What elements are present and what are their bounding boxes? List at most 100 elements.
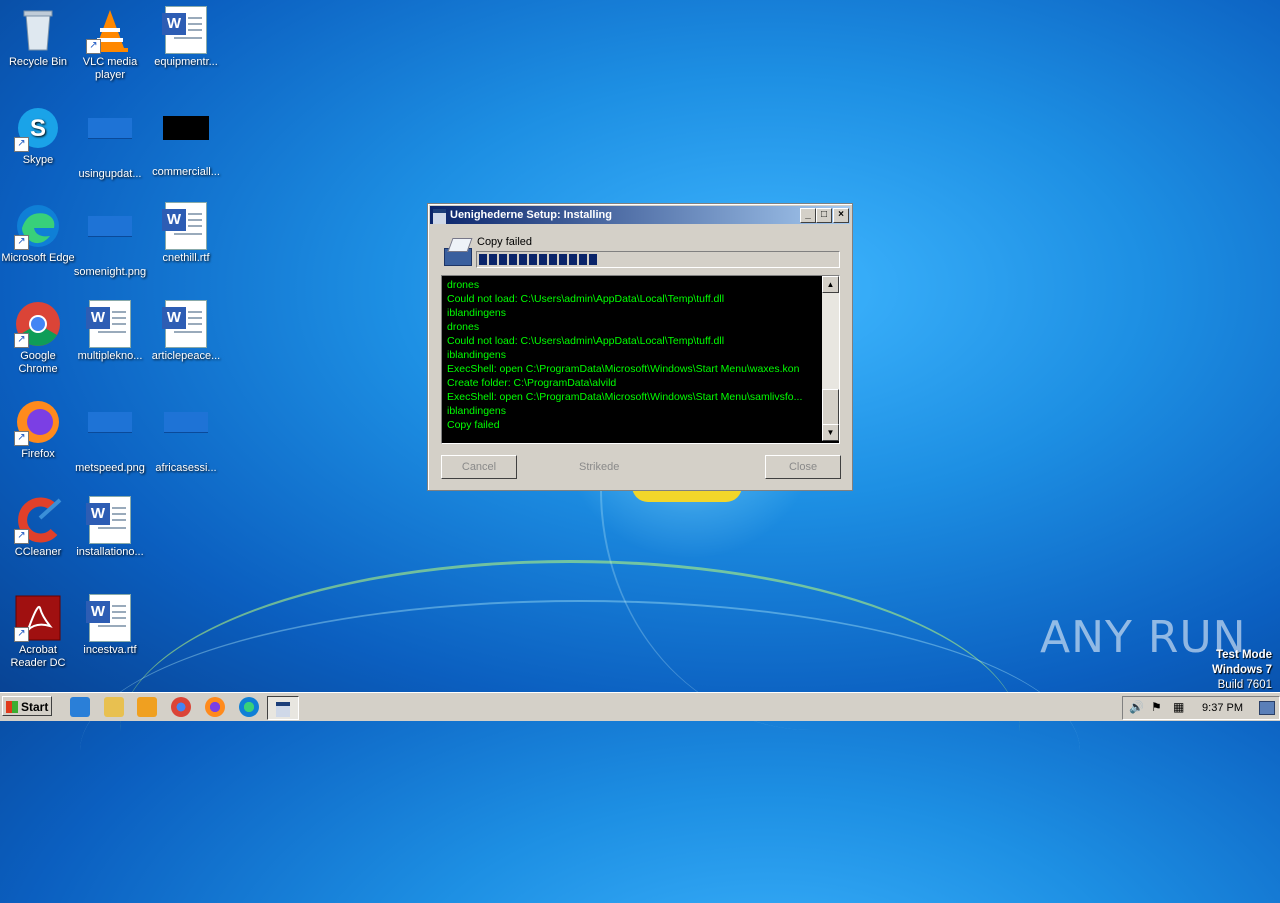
desktop-icon-label: VLC media player (82, 56, 138, 81)
progress-block (529, 254, 537, 265)
cancel-button[interactable]: Cancel (441, 455, 517, 479)
log-line: drones (447, 321, 480, 333)
taskbar: Start 🔊 ⚑ ▦ 9:37 PM (0, 692, 1280, 721)
chrome-icon[interactable] (171, 697, 191, 717)
setup-app-icon (433, 209, 446, 224)
setup-app-icon (276, 702, 290, 717)
log-line: iblandingens (447, 307, 506, 319)
word-document-icon: W (86, 300, 134, 348)
desktop-icon-file[interactable]: commerciall... (148, 104, 224, 179)
desktop-icon-label: multiplekno... (77, 350, 143, 362)
svg-text:S: S (30, 115, 46, 142)
watermark-line: Build 7601 (1217, 679, 1272, 691)
progress-block (579, 254, 587, 265)
desktop-icon-file[interactable]: W multiplekno... (72, 300, 148, 363)
progress-block (479, 254, 487, 265)
volume-icon[interactable]: 🔊 (1129, 700, 1144, 714)
progress-block (559, 254, 567, 265)
recycle-bin-icon (14, 6, 62, 54)
desktop-icon-firefox[interactable]: ↗ Firefox (0, 398, 76, 461)
desktop-icon-file[interactable]: W installationo... (72, 496, 148, 559)
edge-icon[interactable] (239, 697, 259, 717)
log-line: Could not load: C:\Users\admin\AppData\L… (447, 293, 725, 305)
desktop-icon-file[interactable]: africasessi... (148, 398, 224, 475)
scroll-down-button[interactable]: ▼ (822, 424, 839, 441)
show-desktop-icon[interactable] (1259, 701, 1275, 715)
shortcut-arrow-icon: ↗ (14, 431, 29, 446)
progress-block (509, 254, 517, 265)
desktop-icon-skype[interactable]: S ↗ Skype (0, 104, 76, 167)
progress-block (489, 254, 497, 265)
desktop-icon-file[interactable]: somenight.png (72, 202, 148, 279)
window-title: Uenighederne Setup: Installing (450, 209, 612, 221)
desktop-icon-file[interactable]: metspeed.png (72, 398, 148, 475)
shortcut-arrow-icon: ↗ (14, 235, 29, 250)
installer-box-icon (442, 238, 473, 266)
watermark-line: Windows 7 (1212, 664, 1272, 676)
desktop-icon-acrobat[interactable]: ↗ Acrobat Reader DC (0, 594, 76, 670)
desktop-icon-chrome[interactable]: ↗ Google Chrome (0, 300, 76, 376)
vlc-cone-icon: ↗ (86, 6, 134, 54)
close-window-button[interactable]: × (833, 208, 849, 223)
image-file-icon (86, 216, 134, 264)
desktop-icon-vlc[interactable]: ↗ VLC media player (72, 6, 148, 82)
action-center-flag-icon[interactable]: ⚑ (1151, 700, 1162, 714)
shortcut-arrow-icon: ↗ (14, 333, 29, 348)
network-icon[interactable]: ▦ (1173, 700, 1184, 714)
log-scrollbar[interactable]: ▲ ▼ (822, 276, 839, 441)
maximize-button[interactable]: □ (816, 208, 832, 223)
desktop-icon-file[interactable]: W equipmentr... (148, 6, 224, 69)
desktop-icon-file[interactable]: W incestva.rtf (72, 594, 148, 657)
desktop-icon-label: equipmentr... (154, 56, 218, 68)
media-player-icon[interactable] (137, 697, 157, 717)
firefox-icon[interactable] (205, 697, 225, 717)
shortcut-arrow-icon: ↗ (14, 529, 29, 544)
desktop-icon-label: africasessi... (155, 462, 217, 474)
desktop-icon-label: Recycle Bin (8, 56, 68, 68)
desktop-icon-edge[interactable]: ↗ Microsoft Edge (0, 202, 76, 265)
window-titlebar[interactable]: Uenighederne Setup: Installing _ □ × (430, 206, 850, 224)
watermark-line: Test Mode (1215, 649, 1272, 661)
internet-explorer-icon[interactable] (70, 697, 90, 717)
log-line: iblandingens (447, 349, 506, 361)
log-line: Create folder: C:\ProgramData\alvild (447, 377, 617, 389)
desktop-icon-label: metspeed.png (75, 462, 145, 474)
progress-block (539, 254, 547, 265)
progress-block (499, 254, 507, 265)
desktop-icon-label: Google Chrome (18, 350, 58, 375)
close-button[interactable]: Close (765, 455, 841, 479)
desktop-icon-ccleaner[interactable]: ↗ CCleaner (0, 496, 76, 559)
desktop-icon-label: somenight.png (73, 266, 147, 278)
progress-block (549, 254, 557, 265)
start-button[interactable]: Start (2, 696, 52, 716)
minimize-button[interactable]: _ (800, 208, 816, 223)
log-line: drones (447, 279, 480, 291)
wallpaper-streak (120, 560, 1020, 903)
desktop-icon-file[interactable]: W articlepeace... (148, 300, 224, 363)
windows-watermark: Test Mode Windows 7 Build 7601 (1212, 648, 1272, 693)
log-line: ExecShell: open C:\ProgramData\Microsoft… (447, 363, 800, 375)
wallpaper-streak (80, 600, 1080, 902)
clock[interactable]: 9:37 PM (1202, 702, 1243, 714)
file-icon (86, 118, 134, 166)
scroll-up-button[interactable]: ▲ (822, 276, 839, 293)
desktop-icon-label: usingupdat... (78, 168, 142, 180)
desktop-icon-label: Skype (22, 154, 54, 166)
setup-window: Uenighederne Setup: Installing _ □ × Cop… (427, 203, 853, 491)
log-content: drones Could not load: C:\Users\admin\App… (442, 276, 820, 443)
file-explorer-icon[interactable] (104, 697, 124, 717)
acrobat-icon: ↗ (14, 594, 62, 642)
progress-block (519, 254, 527, 265)
shortcut-arrow-icon: ↗ (14, 137, 29, 152)
desktop-icon-file[interactable]: usingupdat... (72, 104, 148, 181)
desktop-icon-file[interactable]: W cnethill.rtf (148, 202, 224, 265)
details-log[interactable]: drones Could not load: C:\Users\admin\App… (441, 275, 840, 444)
word-document-icon: W (162, 202, 210, 250)
scroll-thumb[interactable] (822, 389, 839, 427)
progress-bar (476, 251, 840, 268)
shortcut-arrow-icon: ↗ (86, 39, 101, 54)
shortcut-arrow-icon: ↗ (14, 627, 29, 642)
log-line: Could not load: C:\Users\admin\AppData\L… (447, 335, 725, 347)
taskbar-setup-button[interactable] (267, 696, 299, 720)
desktop-icon-recycle-bin[interactable]: Recycle Bin (0, 6, 76, 69)
